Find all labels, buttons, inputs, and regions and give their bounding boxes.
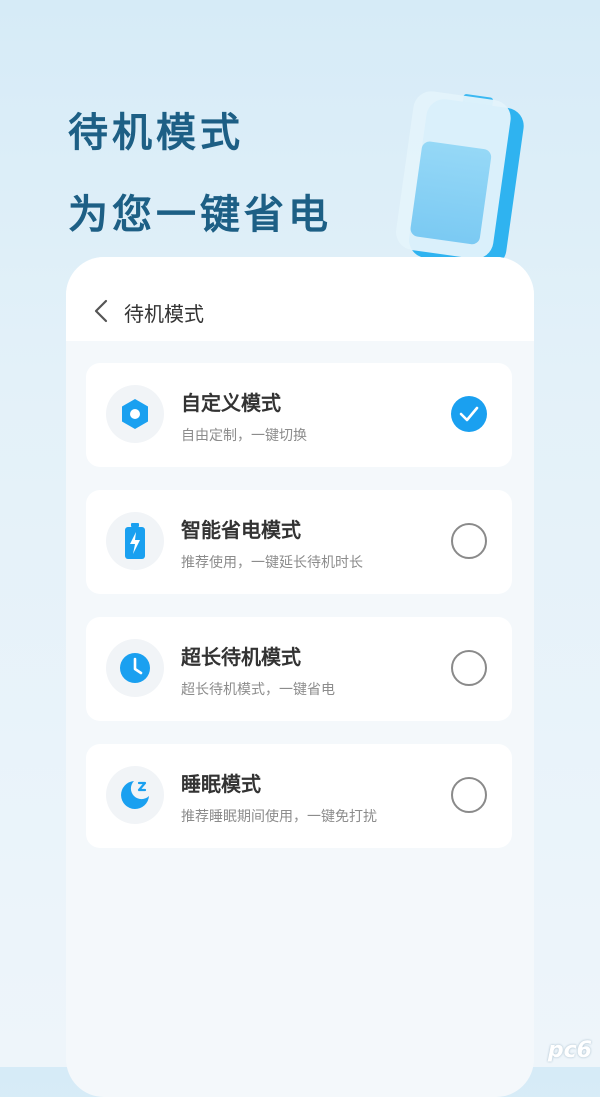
mode-name: 超长待机模式 (181, 645, 301, 669)
mode-card-smart-saving[interactable]: 智能省电模式 推荐使用，一键延长待机时长 (86, 490, 512, 594)
mode-description: 超长待机模式，一键省电 (181, 682, 335, 698)
mode-description: 自由定制，一键切换 (181, 428, 307, 444)
nav-title: 待机模式 (124, 302, 204, 326)
watermark-logo: pc6 (547, 1038, 592, 1063)
mode-card-long-standby[interactable]: 超长待机模式 超长待机模式，一键省电 (86, 617, 512, 721)
mode-name: 睡眠模式 (181, 772, 261, 796)
gear-icon (106, 385, 164, 443)
radio-unselected[interactable] (451, 650, 487, 686)
battery-illustration (396, 91, 524, 267)
mode-name: 自定义模式 (181, 391, 281, 415)
mode-description: 推荐使用，一键延长待机时长 (181, 555, 363, 571)
nav-bar: 待机模式 (66, 257, 534, 341)
headline-subtitle: 为您一键省电 (68, 192, 332, 238)
chevron-left-icon (94, 299, 108, 323)
sleep-moon-icon (106, 766, 164, 824)
back-button[interactable] (88, 293, 114, 329)
mode-description: 推荐睡眠期间使用，一键免打扰 (181, 809, 377, 825)
headline-title: 待机模式 (68, 110, 244, 156)
battery-bolt-icon (106, 512, 164, 570)
mode-card-custom[interactable]: 自定义模式 自由定制，一键切换 (86, 363, 512, 467)
clock-icon (106, 639, 164, 697)
mode-name: 智能省电模式 (181, 518, 301, 542)
app-screen-card: 待机模式 自定义模式 自由定制，一键切换 智能省电模式 推荐使用，一键延长待机时… (66, 257, 534, 1097)
radio-unselected[interactable] (451, 777, 487, 813)
checkmark-icon (459, 406, 479, 422)
radio-unselected[interactable] (451, 523, 487, 559)
mode-card-sleep[interactable]: 睡眠模式 推荐睡眠期间使用，一键免打扰 (86, 744, 512, 848)
radio-selected[interactable] (451, 396, 487, 432)
